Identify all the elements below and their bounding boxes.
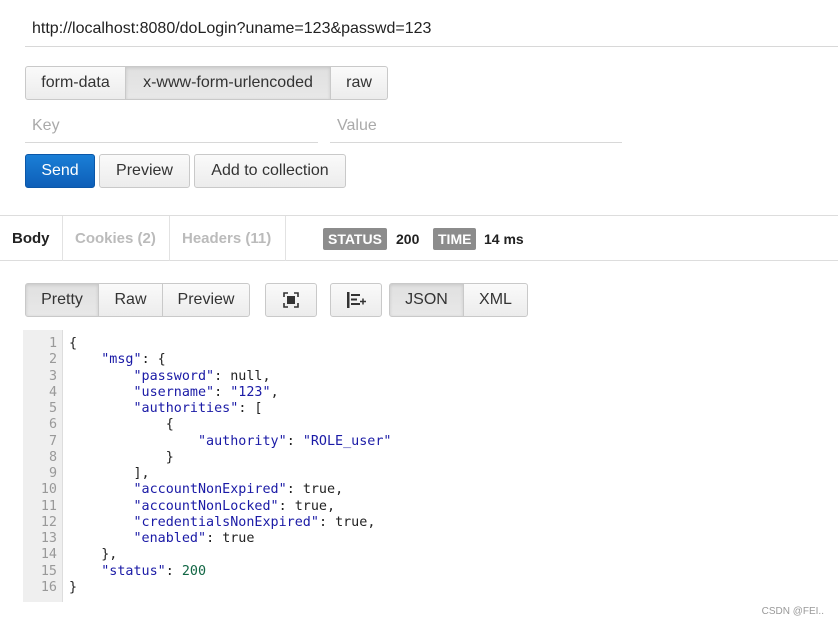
line-number: 13 bbox=[40, 531, 57, 546]
send-button[interactable]: Send bbox=[25, 154, 95, 188]
line-number: 15 bbox=[40, 563, 57, 579]
line-number: 8 bbox=[48, 449, 57, 465]
line-number: 7 bbox=[48, 433, 57, 449]
code-line: "accountNonLocked": true, bbox=[133, 498, 336, 514]
line-number: 3 bbox=[48, 368, 57, 384]
wrap-lines-button[interactable] bbox=[330, 283, 382, 317]
line-number: 9 bbox=[48, 466, 57, 481]
format-json[interactable]: JSON bbox=[389, 283, 464, 317]
line-number: 5 bbox=[48, 401, 57, 416]
wrap-lines-icon bbox=[347, 292, 366, 308]
line-numbers: 1 2 3 4 5 6 7 8 9 10 11 12 13 14 15 16 bbox=[23, 330, 63, 602]
fullscreen-icon bbox=[283, 292, 299, 308]
code-line: "credentialsNonExpired": true, bbox=[133, 514, 376, 530]
add-to-collection-button[interactable]: Add to collection bbox=[194, 154, 346, 188]
tab-body[interactable]: Body bbox=[0, 216, 63, 261]
line-number: 6 bbox=[48, 417, 57, 433]
value-input[interactable] bbox=[330, 110, 622, 143]
code-line: "status": 200 bbox=[101, 563, 207, 579]
line-number: 10 bbox=[40, 482, 57, 498]
code-line: }, bbox=[69, 547, 118, 563]
response-bar: Body Cookies (2) Headers (11) STATUS 200… bbox=[0, 215, 838, 261]
body-type-selector: form-data x-www-form-urlencoded raw bbox=[25, 66, 388, 100]
time-label: TIME bbox=[433, 228, 477, 250]
code-line: "enabled": true bbox=[133, 531, 255, 546]
format-xml[interactable]: XML bbox=[463, 283, 528, 317]
line-number: 4 bbox=[48, 384, 57, 400]
code-line: "password": null, bbox=[133, 368, 271, 384]
status-label: STATUS bbox=[323, 228, 387, 250]
tab-cookies[interactable]: Cookies (2) bbox=[63, 216, 170, 261]
view-mode-selector: Pretty Raw Preview bbox=[25, 283, 250, 317]
tab-headers[interactable]: Headers (11) bbox=[170, 216, 286, 261]
code-line: { bbox=[69, 417, 174, 433]
line-number: 14 bbox=[40, 547, 57, 563]
line-number: 1 bbox=[48, 336, 57, 351]
code-line: ], bbox=[69, 466, 150, 481]
line-number: 16 bbox=[40, 579, 57, 595]
code-line: "accountNonExpired": true, bbox=[133, 482, 344, 498]
code-line: } bbox=[69, 449, 174, 465]
json-content: { "msg": { "password": null, "username":… bbox=[69, 336, 392, 596]
preview-button[interactable]: Preview bbox=[99, 154, 190, 188]
code-line: { bbox=[69, 336, 78, 351]
body-type-raw[interactable]: raw bbox=[330, 66, 388, 100]
view-raw[interactable]: Raw bbox=[98, 283, 163, 317]
watermark: CSDN @FEI.. bbox=[761, 606, 824, 617]
url-input[interactable]: http://localhost:8080/doLogin?uname=123&… bbox=[25, 11, 838, 47]
code-line: "authorities": [ bbox=[133, 401, 263, 416]
code-line: } bbox=[69, 579, 78, 595]
fullscreen-button[interactable] bbox=[265, 283, 317, 317]
view-preview[interactable]: Preview bbox=[162, 283, 250, 317]
line-number: 12 bbox=[40, 514, 57, 530]
format-selector: JSON XML bbox=[389, 283, 528, 317]
line-number: 2 bbox=[48, 352, 57, 368]
code-line: "authority": "ROLE_user" bbox=[198, 433, 392, 449]
response-body: 1 2 3 4 5 6 7 8 9 10 11 12 13 14 15 16 { "msg": { "pass… bbox=[23, 330, 838, 602]
view-pretty[interactable]: Pretty bbox=[25, 283, 99, 317]
key-input[interactable] bbox=[25, 110, 318, 143]
status-value: 200 bbox=[396, 231, 420, 247]
code-line: "msg": { bbox=[101, 352, 166, 368]
body-type-form-data[interactable]: form-data bbox=[25, 66, 126, 100]
line-number: 11 bbox=[40, 498, 57, 514]
code-line: "username": "123", bbox=[133, 384, 279, 400]
body-type-urlencoded[interactable]: x-www-form-urlencoded bbox=[125, 66, 331, 100]
time-value: 14 ms bbox=[484, 231, 524, 247]
